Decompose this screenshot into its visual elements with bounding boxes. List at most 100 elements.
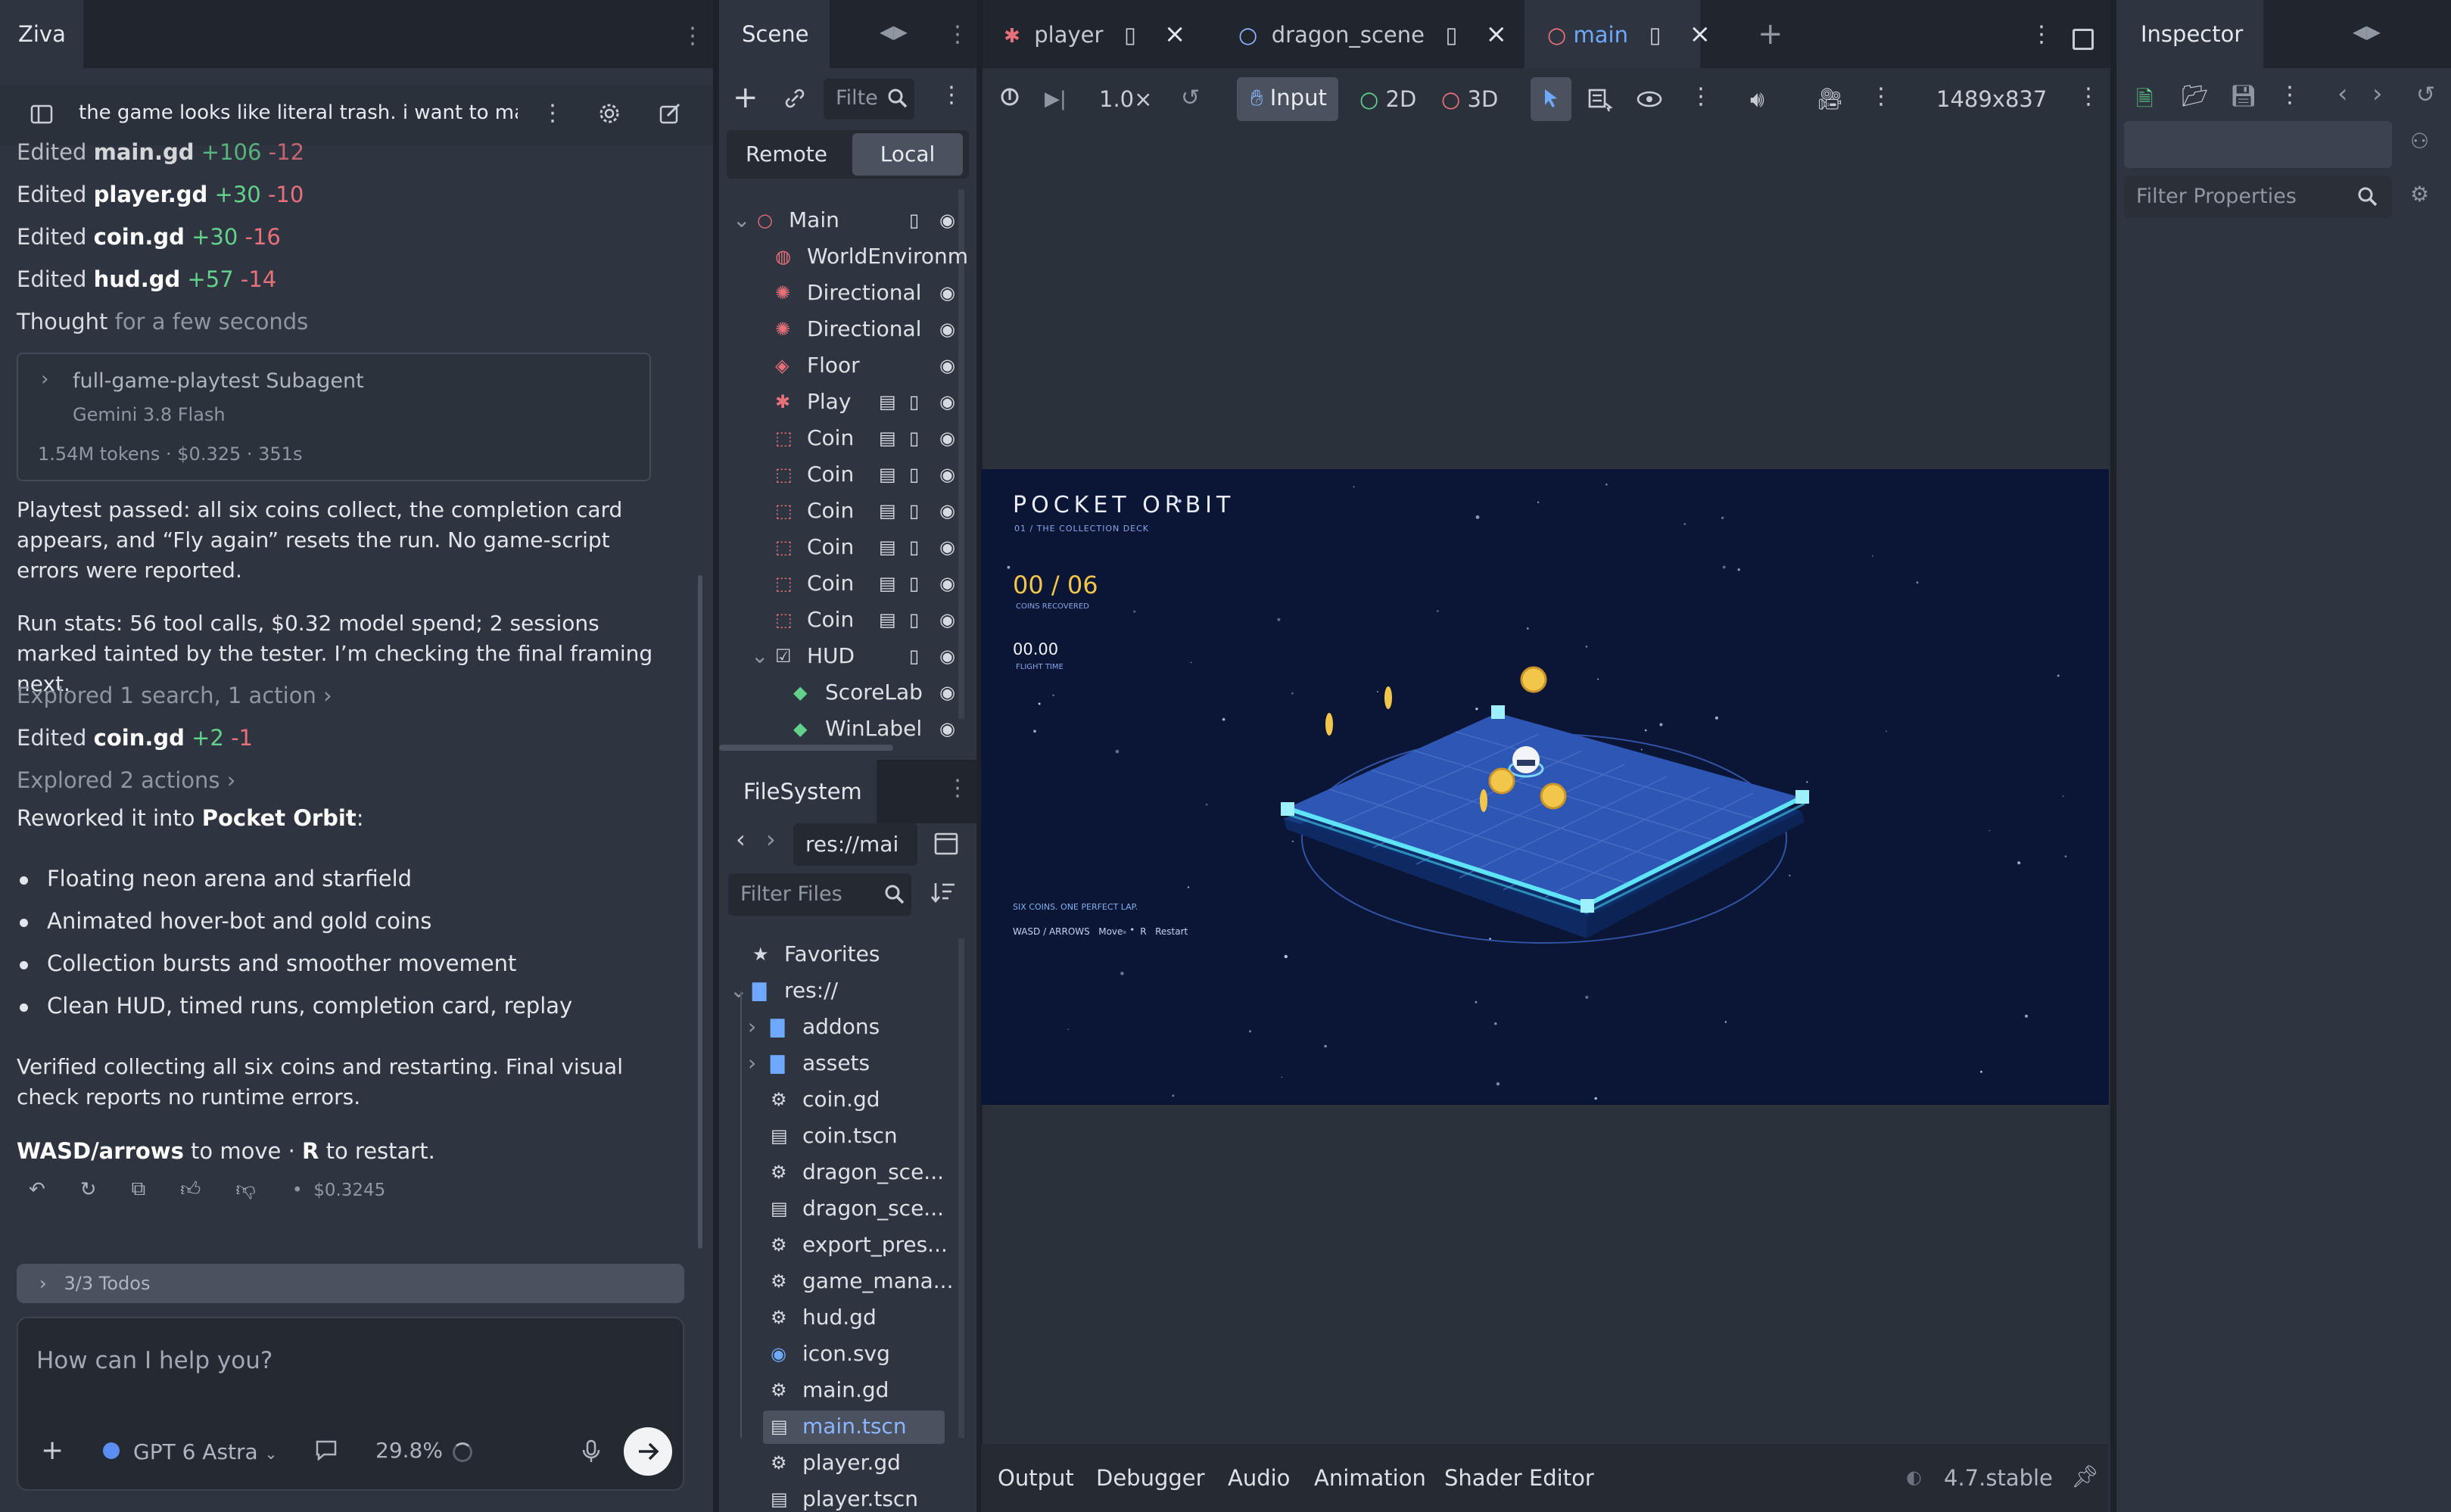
send-button[interactable] <box>624 1427 672 1476</box>
edit-line[interactable]: Edited coin.gd +30 -16 <box>17 224 281 250</box>
filter-files-input[interactable]: Filter Files <box>728 873 911 916</box>
object-tool-icon[interactable]: ⚇ <box>2410 129 2429 154</box>
file-item[interactable]: ⚙ coin.gd <box>719 1082 969 1117</box>
object-selector[interactable] <box>2124 121 2392 168</box>
reset-icon[interactable]: ↺ <box>1181 85 1200 111</box>
chevron-right-icon[interactable]: › <box>748 1010 756 1044</box>
model-selector[interactable]: GPT 6 Astra ⌄ <box>133 1439 277 1464</box>
chat-title[interactable]: the game looks like literal trash. i wan… <box>79 101 518 124</box>
tab-inspector[interactable]: Inspector <box>2116 0 2263 68</box>
property-tools-icon[interactable]: ⚙ <box>2410 182 2429 207</box>
script-icon[interactable]: ▯ <box>907 457 922 492</box>
scene-instance-icon[interactable]: ▤ <box>877 530 898 565</box>
visibility-icon[interactable]: ◉ <box>937 493 958 528</box>
resolution-menu-icon[interactable]: ⋮ <box>2077 83 2100 110</box>
step-icon[interactable]: ▶| <box>1045 88 1067 110</box>
visibility-icon[interactable]: ◉ <box>937 312 958 347</box>
retry-icon[interactable]: ↻ <box>80 1178 97 1201</box>
scene-tree-node[interactable]: ✺ Directional ◉ <box>719 275 969 310</box>
forward-icon[interactable]: › <box>766 825 776 854</box>
scene-tree-node[interactable]: ◆ WinLabel ◉ <box>719 711 969 746</box>
chevron-right-icon[interactable]: › <box>748 1046 756 1081</box>
visibility-icon[interactable]: ◉ <box>937 348 958 383</box>
script-icon[interactable]: ▯ <box>907 384 922 419</box>
save-icon[interactable]: 💾︎ <box>2230 83 2257 108</box>
back-icon[interactable]: ‹ <box>736 825 746 854</box>
script-icon[interactable]: ▯ <box>907 421 922 456</box>
script-icon[interactable]: ▯ <box>907 602 922 637</box>
fullscreen-icon[interactable] <box>2073 29 2094 50</box>
ziva-menu-icon[interactable]: ⋮ <box>681 23 704 49</box>
script-icon[interactable]: ▯ <box>907 493 922 528</box>
tab-filesystem[interactable]: FileSystem <box>719 760 877 823</box>
file-item[interactable]: ▤ main.tscn <box>719 1409 969 1444</box>
visibility-icon[interactable]: ◉ <box>937 203 958 238</box>
file-item[interactable]: ⚙ player.gd <box>719 1445 969 1480</box>
chat-mode-icon[interactable] <box>315 1439 338 1461</box>
sort-icon[interactable] <box>931 881 955 904</box>
thumbs-down-icon[interactable]: 👎︎ <box>235 1178 255 1201</box>
microphone-icon[interactable] <box>581 1439 601 1464</box>
file-item[interactable]: ⚙ dragon_sce... <box>719 1155 969 1190</box>
chevron-down-icon[interactable]: ⌄ <box>751 639 768 674</box>
list-select-icon[interactable] <box>1588 88 1612 112</box>
file-item[interactable]: ⚙ hud.gd <box>719 1300 969 1335</box>
tab-audio[interactable]: Audio <box>1228 1465 1290 1491</box>
visibility-icon[interactable]: ◉ <box>937 711 958 746</box>
file-item[interactable]: ⚙ export_pres... <box>719 1227 969 1262</box>
ziva-tab[interactable]: Ziva <box>0 0 83 68</box>
view-menu-icon[interactable]: ⋮ <box>1690 83 1712 110</box>
visibility-icon[interactable]: ◉ <box>937 384 958 419</box>
close-icon[interactable]: × <box>1690 19 1711 49</box>
open-folder-icon[interactable]: 📂︎ <box>2182 83 2209 108</box>
tab-main[interactable]: ○ main ▯ × <box>1547 0 1711 68</box>
chevron-down-icon[interactable]: ⌄ <box>730 973 747 1008</box>
visibility-icon[interactable]: ◉ <box>937 275 958 310</box>
tab-output[interactable]: Output <box>998 1465 1074 1491</box>
scene-tree-node[interactable]: ⬚ Coin ◉ ▯ ▤ <box>719 457 969 492</box>
close-icon[interactable]: × <box>1164 19 1186 49</box>
close-icon[interactable]: × <box>1486 19 1508 49</box>
game-viewport[interactable]: POCKET ORBIT 01 / THE COLLECTION DECK 00… <box>981 469 2109 1105</box>
scene-instance-icon[interactable]: ▤ <box>877 457 898 492</box>
copy-icon[interactable]: ⧉ <box>132 1178 146 1201</box>
new-resource-icon[interactable]: 🗎︎ <box>2136 83 2154 120</box>
history-icon[interactable]: ↺ <box>2416 82 2435 108</box>
explored-line[interactable]: Explored 2 actions › <box>17 767 235 793</box>
inspector-menu-icon[interactable]: ⋮ <box>2278 82 2301 108</box>
visibility-icon[interactable]: ◉ <box>937 639 958 674</box>
file-item[interactable]: ⚙ main.gd <box>719 1373 969 1408</box>
audio-icon[interactable]: 🔊︎ <box>1750 86 1764 113</box>
sidebar-toggle-icon[interactable] <box>30 103 53 126</box>
folder-item[interactable]: › ▇ assets <box>719 1046 969 1081</box>
history-back-icon[interactable]: ‹ <box>2337 79 2348 109</box>
file-item[interactable]: ⚙ game_mana... <box>719 1264 969 1299</box>
scene-tree-node[interactable]: ◍ WorldEnvironmer <box>719 239 969 274</box>
favorites-item[interactable]: ★ Favorites <box>719 937 969 972</box>
tab-player[interactable]: ✱ player ▯ × <box>1004 0 1185 68</box>
script-icon[interactable]: ▯ <box>907 639 922 674</box>
zoom-label[interactable]: 1.0× <box>1099 73 1152 126</box>
visibility-icon[interactable]: ◉ <box>937 566 958 601</box>
new-tab-icon[interactable]: + <box>1758 17 1783 51</box>
scene-instance-icon[interactable]: ▤ <box>877 602 898 637</box>
add-attachment-icon[interactable]: + <box>41 1435 64 1466</box>
path-field[interactable]: res://mai <box>793 823 917 866</box>
edit-line[interactable]: Edited main.gd +106 -12 <box>17 139 304 165</box>
editor-menu-icon[interactable]: ⋮ <box>2030 21 2053 48</box>
scene-tree-node[interactable]: ✺ Directional ◉ <box>719 312 969 347</box>
pin-icon[interactable]: 📌︎ <box>2071 1464 2099 1490</box>
scene-tree-node[interactable]: ⬚ Coin ◉ ▯ ▤ <box>719 493 969 528</box>
chat-more-icon[interactable]: ⋮ <box>541 100 564 126</box>
subagent-card[interactable]: › full-game-playtest Subagent Gemini 3.8… <box>17 353 651 481</box>
thumbs-up-icon[interactable]: 👍︎ <box>180 1178 201 1201</box>
edit-line[interactable]: Edited player.gd +30 -10 <box>17 182 304 207</box>
thought-line[interactable]: Thought for a few seconds <box>17 309 308 334</box>
todos-bar[interactable]: › 3/3 Todos <box>17 1264 684 1303</box>
scene-instance-icon[interactable]: ▤ <box>877 384 898 419</box>
split-view-icon[interactable] <box>934 832 958 855</box>
script-icon[interactable]: ▯ <box>907 566 922 601</box>
edit-line[interactable]: Edited hud.gd +57 -14 <box>17 266 276 292</box>
visibility-icon[interactable]: ◉ <box>937 421 958 456</box>
dock-arrows-icon[interactable]: ◀▶ <box>2353 21 2381 42</box>
